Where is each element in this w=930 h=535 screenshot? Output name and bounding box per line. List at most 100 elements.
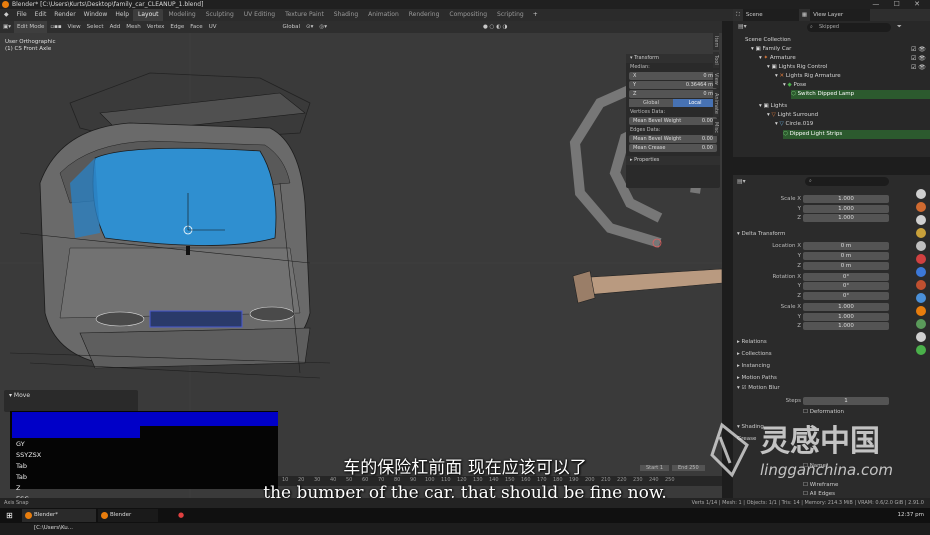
workspace-tab-uv-editing[interactable]: UV Editing — [239, 9, 280, 21]
select-mode-icons[interactable]: ▫▪▪ — [47, 21, 64, 33]
delta-rotation-x-field[interactable]: 0° — [803, 273, 889, 281]
outliner-item-light-surround[interactable]: ▾ ▽ Light Surround — [767, 111, 930, 120]
collections-section[interactable]: ▸ Collections — [737, 349, 772, 359]
delta-scale-x-field[interactable]: 1.000 — [803, 303, 889, 311]
local-button[interactable]: Local — [673, 99, 717, 107]
outliner-search-input[interactable]: ⌕ Skipped — [807, 23, 891, 32]
properties-tab-icon[interactable] — [916, 332, 926, 342]
median-y-field[interactable]: Y 0.36464 m — [629, 81, 717, 89]
delta-transform-section[interactable]: ▾ Delta Transform — [737, 229, 785, 239]
outliner-item-switch-dipped-lamp[interactable]: ⬡ Switch Dipped Lamp — [791, 90, 930, 99]
outliner-item-lights-rig-control[interactable]: ▾ ▣ Lights Rig Control — [767, 63, 930, 72]
median-x-field[interactable]: X0 m — [629, 72, 717, 80]
properties-tab-icon[interactable] — [916, 280, 926, 290]
menu-help[interactable]: Help — [111, 9, 133, 21]
select-menu[interactable]: Select — [84, 21, 107, 33]
workspace-tab-rendering[interactable]: Rendering — [404, 9, 445, 21]
properties-tab-icon[interactable] — [916, 241, 926, 251]
global-button[interactable]: Global — [629, 99, 673, 107]
delta-scale-z-field[interactable]: 1.000 — [803, 322, 889, 330]
mean-crease-field[interactable]: Mean Crease 0.00 — [629, 144, 717, 152]
properties-tab-icon[interactable] — [916, 215, 926, 225]
scene-icon[interactable]: ⛶ — [733, 9, 743, 21]
face-menu[interactable]: Face — [187, 21, 205, 33]
edge-bevel-weight-field[interactable]: Mean Bevel Weight 0.00 — [629, 135, 717, 143]
filter-icon[interactable]: ⏷ — [897, 23, 902, 31]
properties-tab-icon[interactable] — [916, 202, 926, 212]
scale-y-field[interactable]: 1.000 — [803, 205, 889, 213]
viewport-shading-icons[interactable]: ● ○ ◐ ◑ — [480, 21, 510, 33]
menu-render[interactable]: Render — [50, 9, 79, 21]
properties-editor-type-icon[interactable]: ▤▾ — [737, 178, 746, 185]
scale-x-field[interactable]: 1.000 — [803, 195, 889, 203]
workspace-tab-layout[interactable]: Layout — [133, 9, 164, 21]
delta-location-y-field[interactable]: 0 m — [803, 252, 889, 260]
last-operator-panel[interactable]: ▾ Move — [4, 390, 138, 412]
add-menu[interactable]: Add — [107, 21, 124, 33]
outliner-display-mode-icon[interactable]: ▤▾ — [738, 23, 747, 30]
delta-rotation-z-field[interactable]: 0° — [803, 292, 889, 300]
outliner-item-scene-collection[interactable]: Scene Collection — [745, 36, 930, 45]
properties-panel-header[interactable]: ▸ Properties — [626, 156, 720, 165]
properties-search-input[interactable]: ⌕ — [805, 177, 889, 186]
windows-start-icon[interactable]: ⊞ — [6, 508, 13, 523]
editor-type-icon[interactable]: ▣▾ — [0, 21, 14, 33]
properties-tab-icon[interactable] — [916, 293, 926, 303]
tab-animate[interactable]: Animate — [713, 89, 719, 117]
outliner-item-dipped-light-strips[interactable]: ⬡ Dipped Light Strips — [783, 130, 930, 139]
add-workspace-icon[interactable]: + — [529, 9, 542, 21]
blender-menu-icon[interactable]: ◆ — [0, 9, 13, 21]
menu-file[interactable]: File — [13, 9, 31, 21]
properties-tab-icon[interactable] — [916, 228, 926, 238]
tab-item[interactable]: Item — [713, 33, 719, 51]
workspace-tab-modeling[interactable]: Modeling — [163, 9, 200, 21]
uv-menu[interactable]: UV — [206, 21, 220, 33]
outliner-item-armature[interactable]: ▾ ✦ Armature — [759, 54, 930, 63]
outliner-item-lights-rig-armature[interactable]: ▾ ✕ Lights Rig Armature — [775, 72, 930, 81]
delta-rotation-y-field[interactable]: 0° — [803, 282, 889, 290]
checkbox-icon[interactable]: ☑ 👁 — [911, 45, 926, 54]
view-layer-icon[interactable]: ▦ — [799, 9, 810, 21]
workspace-tab-sculpting[interactable]: Sculpting — [201, 9, 239, 21]
properties-tab-icon[interactable] — [916, 267, 926, 277]
workspace-tab-animation[interactable]: Animation — [363, 9, 404, 21]
delta-location-x-field[interactable]: 0 m — [803, 242, 889, 250]
window-controls[interactable]: — ☐ ✕ — [872, 0, 926, 9]
properties-tab-icon[interactable] — [916, 345, 926, 355]
transform-panel-header[interactable]: ▾ Transform — [626, 54, 720, 63]
workspace-tab-compositing[interactable]: Compositing — [444, 9, 492, 21]
taskbar-task-blender[interactable]: Blender — [98, 509, 158, 522]
taskbar-task-blender-file[interactable]: Blender* [C:\Users\Ku... — [22, 509, 96, 531]
view-menu[interactable]: View — [65, 21, 84, 33]
mode-selector[interactable]: Edit Mode — [13, 21, 48, 33]
outliner-item-circle-019[interactable]: ▾ ▽ Circle.019 — [775, 120, 930, 129]
proportional-edit-icon[interactable]: ◎▾ — [316, 21, 330, 33]
edge-menu[interactable]: Edge — [167, 21, 187, 33]
delta-scale-y-field[interactable]: 1.000 — [803, 313, 889, 321]
menu-window[interactable]: Window — [80, 9, 112, 21]
workspace-tab-scripting[interactable]: Scripting — [492, 9, 529, 21]
properties-tab-icon[interactable] — [916, 189, 926, 199]
scale-z-field[interactable]: 1.000 — [803, 214, 889, 222]
vertex-bevel-weight-field[interactable]: Mean Bevel Weight 0.00 — [629, 117, 717, 125]
instancing-section[interactable]: ▸ Instancing — [737, 361, 770, 371]
properties-tab-icon[interactable] — [916, 254, 926, 264]
tab-tool[interactable]: Tool — [713, 52, 719, 69]
outliner-item-lights[interactable]: ▾ ▣ Lights — [759, 102, 930, 111]
taskbar-app-icon[interactable]: ● — [178, 508, 184, 523]
steps-field[interactable]: 1 — [803, 397, 889, 405]
outliner-item-family-car[interactable]: ▾ ▣ Family Car — [751, 45, 930, 54]
relations-section[interactable]: ▸ Relations — [737, 337, 767, 347]
checkbox-icon[interactable]: ☑ 👁 — [911, 63, 926, 72]
mesh-menu[interactable]: Mesh — [123, 21, 143, 33]
outliner-item-pose[interactable]: ▾ ◆ Pose — [783, 81, 930, 90]
tab-view[interactable]: View — [713, 70, 719, 88]
motion-paths-section[interactable]: ▸ Motion Paths — [737, 373, 777, 383]
snap-icon[interactable]: ⊙▾ — [303, 21, 316, 33]
tab-misc[interactable]: Misc — [713, 118, 719, 136]
workspace-tab-texture-paint[interactable]: Texture Paint — [280, 9, 329, 21]
global-local-toggle[interactable]: Global Local — [629, 99, 717, 107]
delta-location-z-field[interactable]: 0 m — [803, 262, 889, 270]
properties-tab-icon[interactable] — [916, 306, 926, 316]
orientation-selector[interactable]: Global — [279, 21, 303, 33]
